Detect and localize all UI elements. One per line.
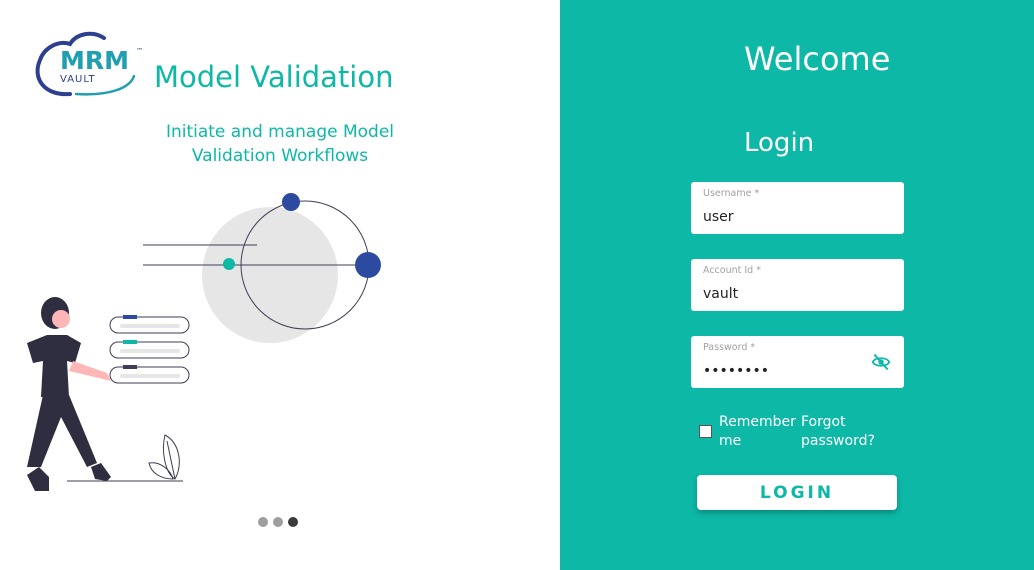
- password-input[interactable]: ••••••••: [703, 363, 873, 379]
- tagline: Initiate and manage Model Validation Wor…: [165, 122, 395, 166]
- password-field[interactable]: Password * ••••••••: [691, 336, 904, 388]
- login-button[interactable]: LOGIN: [697, 475, 897, 510]
- welcome-heading: Welcome: [744, 40, 891, 78]
- remember-me-checkbox[interactable]: [699, 425, 712, 438]
- account-id-input[interactable]: [703, 286, 873, 302]
- login-panel: Welcome Login Username * Account Id * Pa…: [560, 0, 1034, 570]
- login-heading: Login: [744, 128, 815, 158]
- task-list: [109, 315, 190, 384]
- forgot-password-link[interactable]: Forgot password?: [801, 413, 891, 451]
- account-id-label: Account Id *: [703, 265, 761, 276]
- illustration-bg-circle: [202, 207, 338, 343]
- workflow-illustration: [27, 193, 381, 491]
- orbit-node-left: [223, 258, 235, 270]
- carousel-dot-3[interactable]: [288, 517, 298, 527]
- carousel-indicator: [258, 517, 298, 527]
- username-input[interactable]: [703, 209, 873, 225]
- branding-panel: MRM ™ VAULT Model Validation Initiate an…: [0, 0, 560, 570]
- plant-leaf: [148, 434, 180, 480]
- password-label: Password *: [703, 342, 756, 353]
- remember-me-label[interactable]: Remember me: [719, 413, 803, 451]
- mrm-vault-logo: MRM ™ VAULT: [30, 30, 146, 100]
- orbit-node-right: [355, 252, 381, 278]
- username-label: Username *: [703, 188, 760, 199]
- username-field[interactable]: Username *: [691, 182, 904, 234]
- logo-wordmark: MRM: [60, 46, 130, 75]
- eye-off-icon[interactable]: [870, 352, 892, 372]
- logo-trademark: ™: [136, 47, 143, 55]
- logo-subtitle: VAULT: [60, 74, 96, 85]
- carousel-dot-2[interactable]: [273, 517, 283, 527]
- carousel-dot-1[interactable]: [258, 517, 268, 527]
- app-title: Model Validation: [154, 60, 394, 94]
- orbit-node-top: [282, 193, 300, 211]
- account-id-field[interactable]: Account Id *: [691, 259, 904, 311]
